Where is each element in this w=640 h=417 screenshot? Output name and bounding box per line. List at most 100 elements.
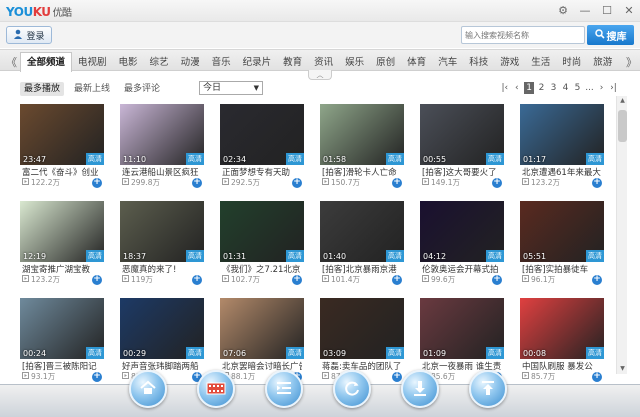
add-to-playlist-icon[interactable]: +: [192, 275, 202, 285]
category-tab[interactable]: 音乐: [206, 54, 237, 68]
video-thumbnail[interactable]: 00:29 高清: [120, 298, 204, 359]
category-tab[interactable]: 娱乐: [339, 54, 370, 68]
video-card[interactable]: 01:40 高清 [拍客]北京暴雨京港 101.4万 +: [320, 201, 404, 291]
category-tab[interactable]: 电影: [113, 54, 144, 68]
category-tab[interactable]: 动漫: [175, 54, 206, 68]
chevron-left-icon[interactable]: 《: [6, 54, 17, 70]
video-view-count: 123.2万: [531, 178, 560, 187]
category-tab[interactable]: 教育: [277, 54, 308, 68]
add-to-playlist-icon[interactable]: +: [92, 178, 102, 188]
add-to-playlist-icon[interactable]: +: [292, 275, 302, 285]
video-card[interactable]: 01:17 高清 北京遭遇61年来最大 123.2万 +: [520, 104, 604, 194]
video-thumbnail[interactable]: 00:08 高清: [520, 298, 604, 359]
add-to-playlist-icon[interactable]: +: [592, 178, 602, 188]
category-tab[interactable]: 游戏: [494, 54, 525, 68]
add-to-playlist-icon[interactable]: +: [92, 275, 102, 285]
add-to-playlist-icon[interactable]: +: [192, 178, 202, 188]
video-card[interactable]: 18:37 高清 恶魔真的来了! 119万 +: [120, 201, 204, 291]
category-tab[interactable]: 综艺: [144, 54, 175, 68]
video-thumbnail[interactable]: 01:40 高清: [320, 201, 404, 262]
minimize-icon[interactable]: —: [578, 3, 592, 17]
playlist-icon: [275, 380, 293, 399]
page-1-button[interactable]: 1: [524, 82, 534, 94]
sort-tab-most-comments[interactable]: 最多评论: [120, 82, 164, 96]
add-to-playlist-icon[interactable]: +: [292, 178, 302, 188]
sort-tab-newest[interactable]: 最新上线: [70, 82, 114, 96]
video-thumbnail[interactable]: 05:51 高清: [520, 201, 604, 262]
category-tab[interactable]: 原创: [370, 54, 401, 68]
collapse-toggle[interactable]: ︿: [308, 70, 332, 80]
page-2-button[interactable]: 2: [537, 82, 546, 94]
play-count-icon: [122, 178, 129, 187]
video-card[interactable]: 00:55 高清 [拍客]这大哥要火了 149.1万 +: [420, 104, 504, 194]
add-to-playlist-icon[interactable]: +: [492, 275, 502, 285]
add-to-playlist-icon[interactable]: +: [392, 275, 402, 285]
scroll-up-icon[interactable]: ▲: [617, 96, 628, 106]
video-thumbnail[interactable]: 01:58 高清: [320, 104, 404, 165]
video-thumbnail[interactable]: 07:06 高清: [220, 298, 304, 359]
playlist-button[interactable]: [265, 370, 303, 408]
add-to-playlist-icon[interactable]: +: [392, 178, 402, 188]
video-views: 99.6万: [422, 274, 455, 285]
video-thumbnail[interactable]: 23:47 高清: [20, 104, 104, 165]
category-tab[interactable]: 资讯: [308, 54, 339, 68]
scrollbar-thumb[interactable]: [618, 110, 627, 142]
time-range-select[interactable]: 今日 ▼: [199, 81, 263, 95]
video-card[interactable]: 12:19 高清 湖宝寄推广湖宝教 123.2万 +: [20, 201, 104, 291]
page-3-button[interactable]: 3: [549, 82, 558, 94]
page-next-button[interactable]: ›: [597, 82, 606, 94]
download-button[interactable]: [401, 370, 439, 408]
video-thumbnail[interactable]: 03:09 高清: [320, 298, 404, 359]
category-tab[interactable]: 全部频道: [20, 52, 73, 72]
search-button[interactable]: 搜库: [587, 25, 634, 45]
video-thumbnail[interactable]: 18:37 高清: [120, 201, 204, 262]
settings-icon[interactable]: ⚙: [556, 3, 570, 17]
home-button[interactable]: [129, 370, 167, 408]
video-card[interactable]: 23:47 高清 富二代《奋斗》创业 122.2万 +: [20, 104, 104, 194]
add-to-playlist-icon[interactable]: +: [592, 275, 602, 285]
chevron-right-icon[interactable]: 》: [626, 54, 637, 70]
video-card[interactable]: 02:34 高清 正面梦想专有天助 292.5万 +: [220, 104, 304, 194]
video-duration: 04:12: [423, 252, 447, 261]
sort-tab-most-played[interactable]: 最多播放: [20, 82, 65, 96]
video-thumbnail[interactable]: 00:55 高清: [420, 104, 504, 165]
title-bar: YOUKU 优酷 ⚙ — ☐ ✕: [0, 0, 640, 22]
category-tab[interactable]: 汽车: [432, 54, 463, 68]
vertical-scrollbar[interactable]: ▲ ▼: [616, 96, 627, 374]
login-button[interactable]: 登录: [6, 26, 52, 44]
video-thumbnail[interactable]: 01:31 高清: [220, 201, 304, 262]
video-thumbnail[interactable]: 02:34 高清: [220, 104, 304, 165]
video-thumbnail[interactable]: 11:10 高清: [120, 104, 204, 165]
video-card[interactable]: 11:10 高清 连云港船山景区疯狂 299.8万 +: [120, 104, 204, 194]
add-to-playlist-icon[interactable]: +: [492, 178, 502, 188]
category-tab[interactable]: 科技: [463, 54, 494, 68]
category-tab[interactable]: 生活: [525, 54, 556, 68]
video-thumbnail[interactable]: 01:09 高清: [420, 298, 504, 359]
video-card[interactable]: 01:58 高清 [拍客]滑轮卡人亡命 150.7万 +: [320, 104, 404, 194]
page-4-button[interactable]: 4: [561, 82, 570, 94]
video-thumbnail[interactable]: 12:19 高清: [20, 201, 104, 262]
close-icon[interactable]: ✕: [622, 3, 636, 17]
video-card[interactable]: 01:31 高清 《我们》之7.21北京 102.7万 +: [220, 201, 304, 291]
page-prev-button[interactable]: ‹: [512, 82, 521, 94]
refresh-button[interactable]: [333, 370, 371, 408]
film-button[interactable]: [197, 370, 235, 408]
category-tab[interactable]: 时尚: [556, 54, 587, 68]
video-card[interactable]: 04:12 高清 伦敦奥运会开幕式拍 99.6万 +: [420, 201, 504, 291]
page-last-button[interactable]: ›|: [609, 82, 618, 94]
video-view-count: 119万: [131, 275, 153, 284]
page-first-button[interactable]: |‹: [500, 82, 509, 94]
category-tab[interactable]: 体育: [401, 54, 432, 68]
video-card[interactable]: 05:51 高清 [拍客]实拍暴徒车 96.1万 +: [520, 201, 604, 291]
category-tab[interactable]: 纪录片: [237, 54, 278, 68]
search-input[interactable]: [461, 26, 585, 44]
video-thumbnail[interactable]: 04:12 高清: [420, 201, 504, 262]
video-duration: 18:37: [123, 252, 147, 261]
category-tab[interactable]: 电视剧: [72, 54, 113, 68]
video-thumbnail[interactable]: 00:24 高清: [20, 298, 104, 359]
video-thumbnail[interactable]: 01:17 高清: [520, 104, 604, 165]
page-5-button[interactable]: 5: [573, 82, 582, 94]
upload-button[interactable]: [469, 370, 507, 408]
category-tab[interactable]: 旅游: [587, 54, 618, 68]
maximize-icon[interactable]: ☐: [600, 3, 614, 17]
